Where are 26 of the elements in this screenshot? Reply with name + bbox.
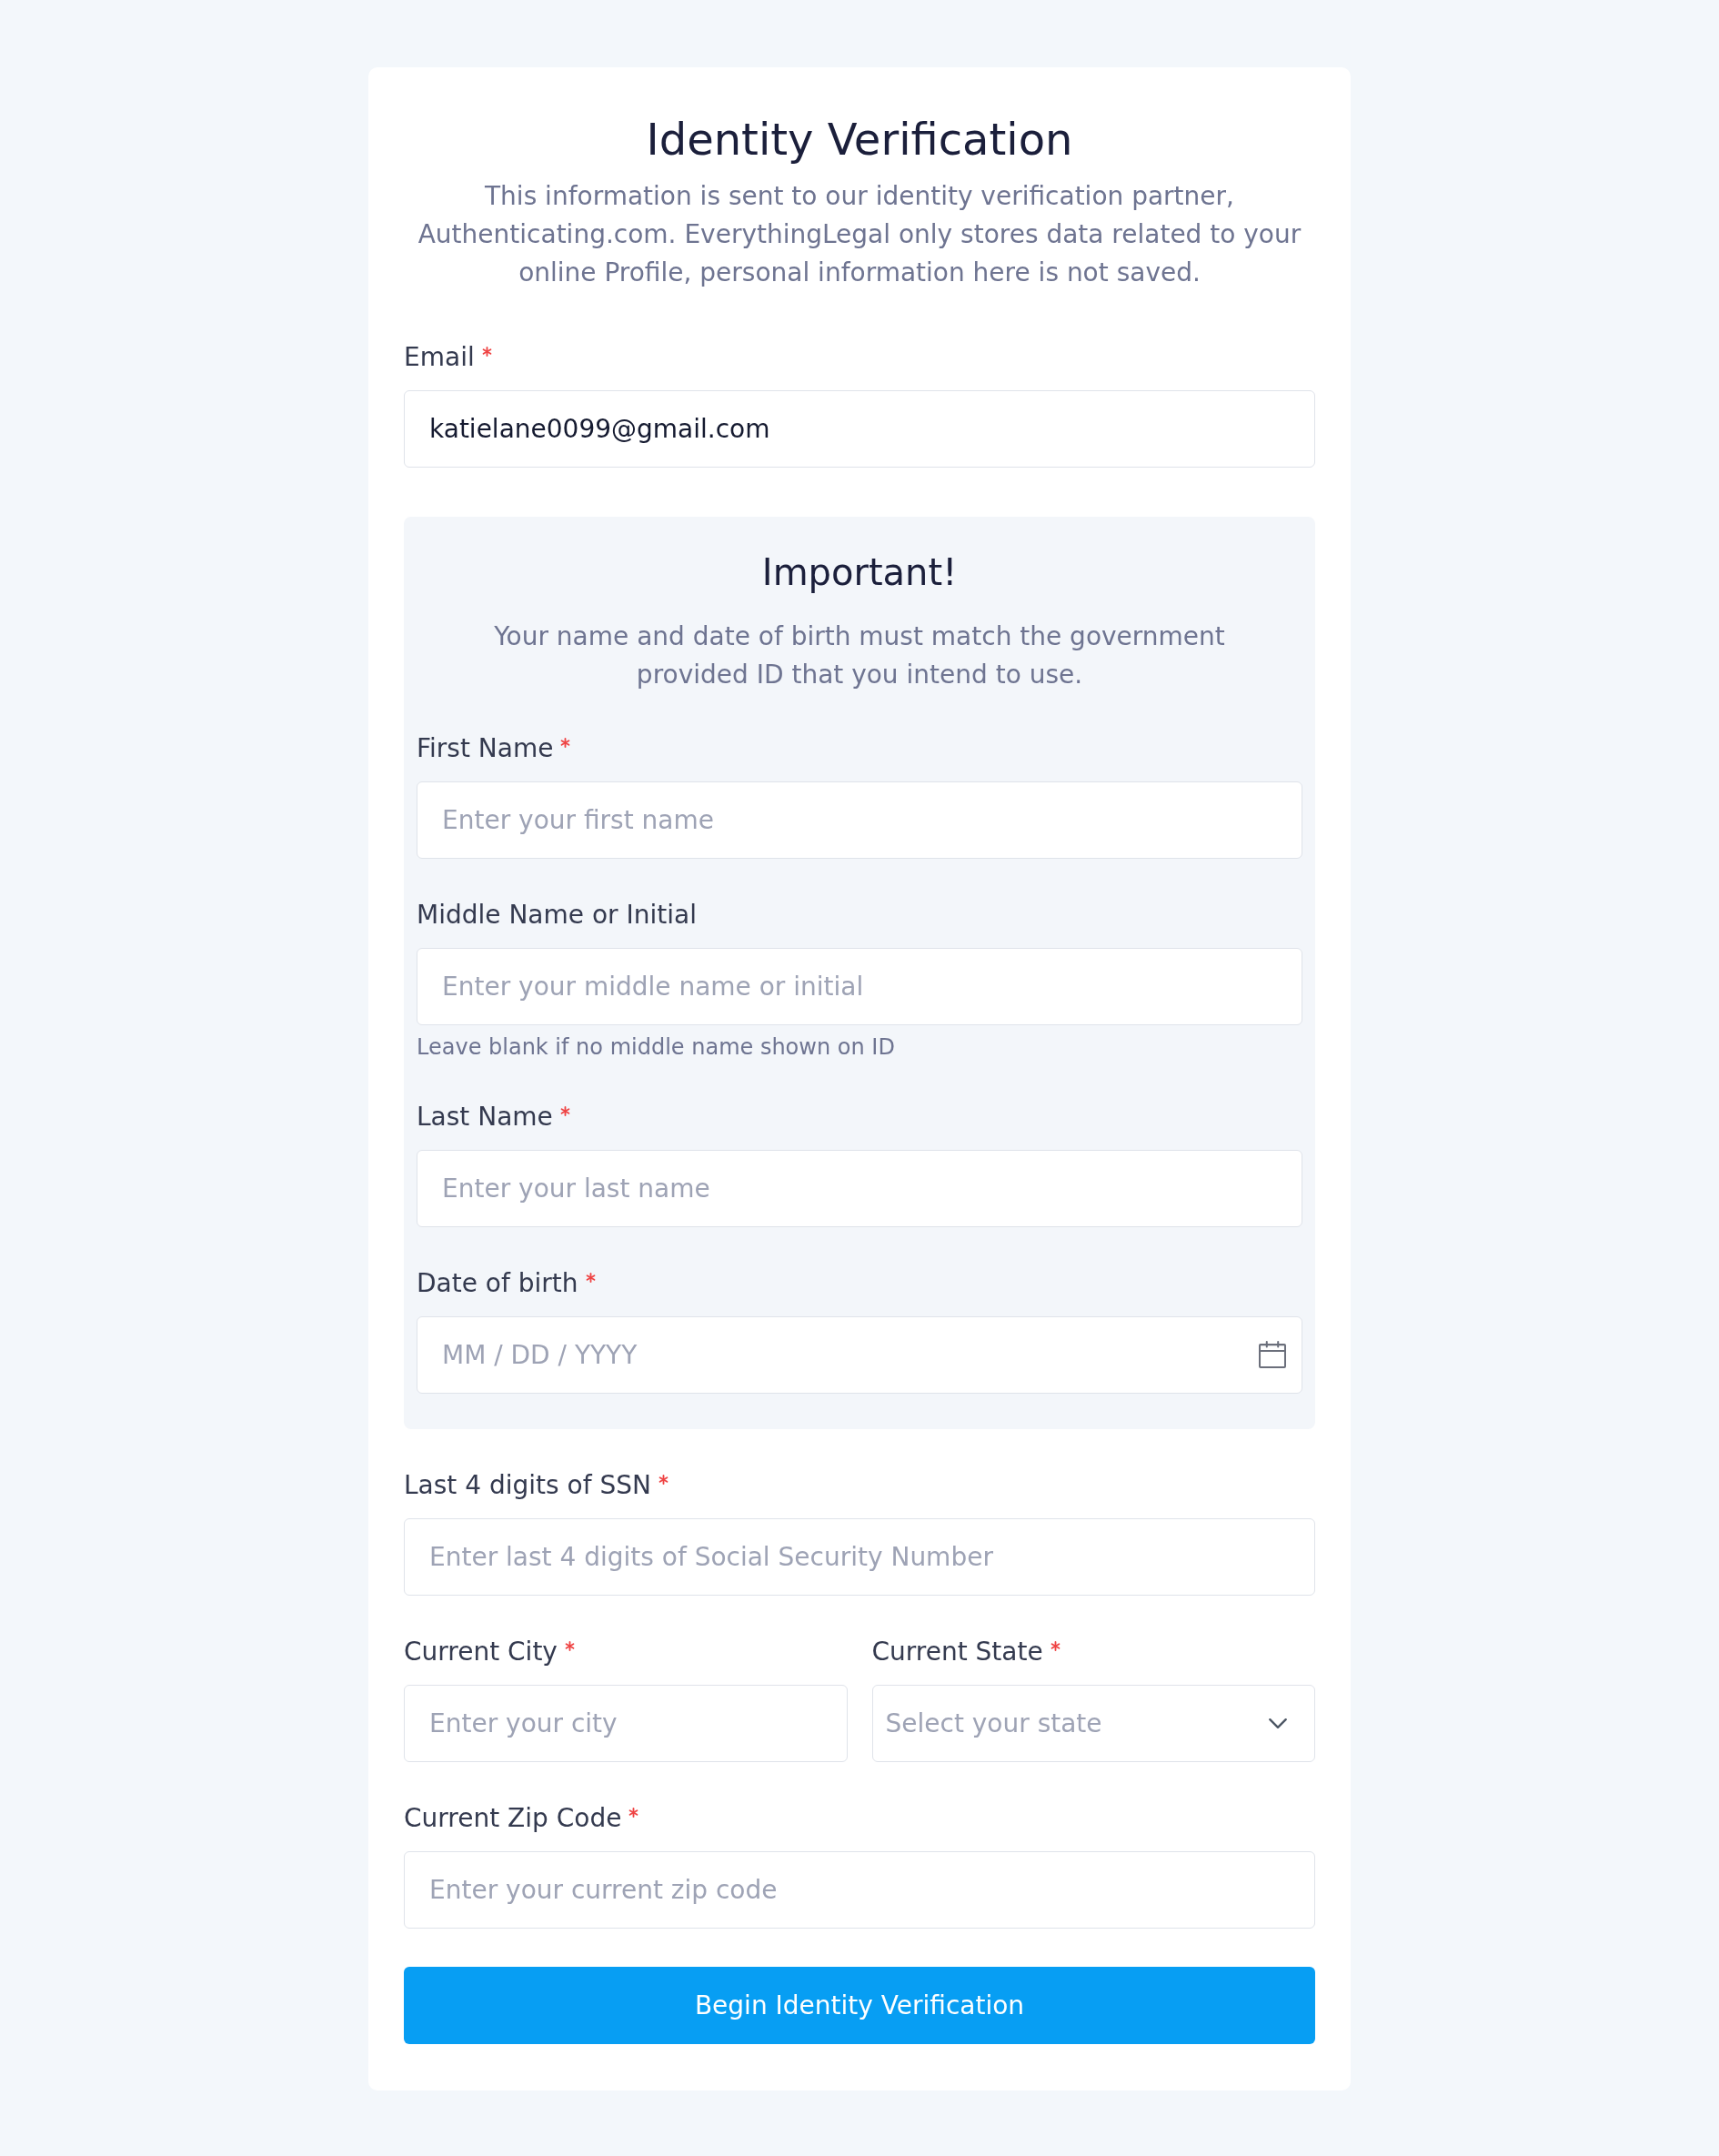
input-field[interactable]: katielane0099@gmail.com — [404, 390, 1315, 468]
field-hint: Leave blank if no middle name shown on ID — [417, 1033, 896, 1061]
field-label: Last 4 digits of SSN — [404, 1469, 651, 1502]
notice-title: Important! — [760, 550, 959, 594]
input-field[interactable]: Enter your last name — [417, 1150, 1302, 1227]
date-field[interactable]: MM / DD / YYYY — [417, 1316, 1302, 1394]
submit-button[interactable]: Begin Identity Verification — [404, 1967, 1315, 2044]
input-field[interactable]: Enter your current zip code — [404, 1851, 1315, 1929]
input-field[interactable]: Enter your first name — [417, 781, 1302, 859]
field-label: Current City — [404, 1636, 558, 1668]
form-title: Identity Verification — [645, 114, 1074, 165]
calendar-icon — [1259, 1341, 1286, 1368]
field-label: Current Zip Code — [404, 1802, 622, 1835]
form-description: This information is sent to our identity verification partner, Authenticating.com. EverythingLegal only stores data related to your online Profile, personal information here is not saved. — [417, 180, 1302, 289]
field-label: Date of birth — [417, 1267, 578, 1300]
dropdown-field[interactable]: Select your state — [871, 1685, 1315, 1762]
field-label: Middle Name or Initial — [417, 899, 697, 932]
field-label: First Name — [417, 732, 554, 765]
field-label: Email — [404, 341, 475, 374]
notice-text: Your name and date of birth must match the government provided ID that you intend to use. — [493, 620, 1226, 691]
field-label: Last Name — [417, 1101, 553, 1133]
input-field[interactable]: Enter your middle name or initial — [417, 948, 1302, 1025]
chevron-down-icon — [1269, 1718, 1287, 1728]
input-field[interactable]: Enter last 4 digits of Social Security Number — [404, 1518, 1315, 1596]
input-field[interactable]: Enter your city — [404, 1685, 848, 1762]
field-label: Current State — [871, 1636, 1043, 1668]
